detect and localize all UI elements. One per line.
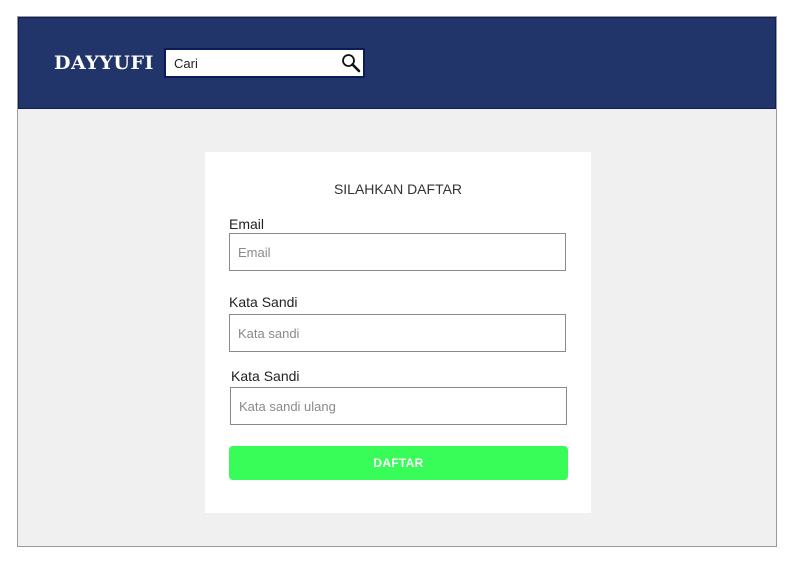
site-logo[interactable]: DAYYUFI <box>54 52 154 74</box>
search-input[interactable] <box>166 50 336 76</box>
register-card: SILAHKAN DAFTAR Email Kata Sandi Kata Sa… <box>205 152 591 513</box>
password-label: Kata Sandi <box>229 294 298 310</box>
email-label: Email <box>229 216 265 232</box>
register-title: SILAHKAN DAFTAR <box>333 181 463 197</box>
search-icon[interactable] <box>341 53 361 73</box>
email-field[interactable] <box>229 233 566 271</box>
confirm-password-field[interactable] <box>230 387 567 425</box>
search-box <box>164 48 365 78</box>
confirm-password-label: Kata Sandi <box>231 368 300 384</box>
top-header: DAYYUFI <box>18 17 776 109</box>
register-button[interactable]: DAFTAR <box>229 446 568 480</box>
password-field[interactable] <box>229 314 566 352</box>
page-frame: DAYYUFI SILAHKAN DAFTAR Email Kata Sandi… <box>17 16 777 547</box>
